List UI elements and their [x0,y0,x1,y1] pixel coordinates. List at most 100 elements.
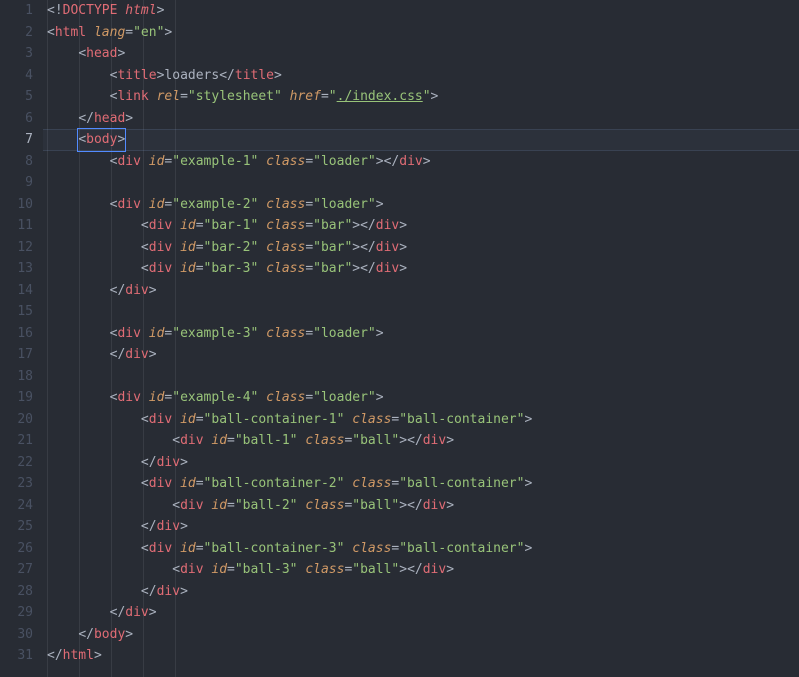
token-def: < [172,498,180,513]
token-def: </ [78,111,94,126]
token-str: "stylesheet" [188,89,282,104]
line-number: 25 [0,516,33,538]
token-str: " [423,89,431,104]
code-line[interactable]: <title>loaders</title> [43,65,799,87]
code-line[interactable]: <div id="bar-3" class="bar"></div> [43,258,799,280]
code-line[interactable]: <html lang="en"> [43,22,799,44]
token-tag: div [376,218,399,233]
token-def: = [305,326,313,341]
token-def: > [94,648,102,663]
token-attr: id [211,498,227,513]
token-attr: id [180,240,196,255]
token-attr: class [352,412,391,427]
code-line[interactable]: <div id="ball-1" class="ball"></div> [43,430,799,452]
code-line[interactable]: </div> [43,581,799,603]
token-def: > [149,283,157,298]
token-str: "ball-container-2" [204,476,345,491]
token-def: = [125,25,133,40]
code-line[interactable]: <div id="ball-container-1" class="ball-c… [43,409,799,431]
token-def [258,154,266,169]
token-attr: class [305,498,344,513]
token-str: " [329,89,337,104]
token-def: </ [110,283,126,298]
code-line[interactable]: </div> [43,602,799,624]
line-number: 5 [0,86,33,108]
code-line[interactable]: <body> [43,129,799,151]
token-def: > [180,584,188,599]
token-def: ></ [352,240,375,255]
code-line[interactable]: <div id="ball-container-2" class="ball-c… [43,473,799,495]
token-tag: head [86,46,117,61]
token-tag: div [149,541,172,556]
code-line[interactable] [43,366,799,388]
token-attr: class [266,326,305,341]
code-line[interactable]: <div id="bar-2" class="bar"></div> [43,237,799,259]
token-def: > [423,154,431,169]
code-line[interactable]: <head> [43,43,799,65]
token-str: "bar" [313,240,352,255]
code-line[interactable]: </div> [43,452,799,474]
code-line[interactable] [43,172,799,194]
code-line[interactable]: </html> [43,645,799,667]
token-tag: div [157,455,180,470]
token-attr: id [211,562,227,577]
line-number: 15 [0,301,33,323]
code-line[interactable]: <div id="example-3" class="loader"> [43,323,799,345]
token-def [258,218,266,233]
token-tag: body [86,132,117,147]
line-number: 16 [0,323,33,345]
token-def: </ [219,68,235,83]
code-line[interactable]: </head> [43,108,799,130]
code-line[interactable]: <div id="bar-1" class="bar"></div> [43,215,799,237]
line-number: 13 [0,258,33,280]
token-str: "example-3" [172,326,258,341]
token-def [258,390,266,405]
token-tag: div [149,240,172,255]
code-line[interactable]: <div id="ball-container-3" class="ball-c… [43,538,799,560]
code-line[interactable]: </div> [43,280,799,302]
token-def: > [399,261,407,276]
code-line[interactable]: <div id="example-1" class="loader"></div… [43,151,799,173]
code-line[interactable]: <div id="ball-3" class="ball"></div> [43,559,799,581]
token-def: < [141,218,149,233]
code-line[interactable]: <div id="example-4" class="loader"> [43,387,799,409]
token-attr: id [180,541,196,556]
code-line[interactable]: <div id="ball-2" class="ball"></div> [43,495,799,517]
token-def: </ [141,519,157,534]
line-number: 29 [0,602,33,624]
line-number: 20 [0,409,33,431]
code-line[interactable]: <!DOCTYPE html> [43,0,799,22]
token-str: "loader" [313,197,376,212]
token-def: > [274,68,282,83]
code-line[interactable] [43,301,799,323]
code-line[interactable]: <link rel="stylesheet" href="./index.css… [43,86,799,108]
token-def: = [196,218,204,233]
token-def: > [524,476,532,491]
token-def: > [149,347,157,362]
code-line[interactable]: </body> [43,624,799,646]
code-line[interactable]: <div id="example-2" class="loader"> [43,194,799,216]
token-attr: class [305,433,344,448]
code-line[interactable]: </div> [43,344,799,366]
token-def: = [305,197,313,212]
token-def: > [446,433,454,448]
token-def: < [141,541,149,556]
token-def: = [180,89,188,104]
token-def: > [125,111,133,126]
token-tag: div [180,562,203,577]
token-def: < [172,433,180,448]
token-doc: html [125,3,156,18]
token-attr: class [266,154,305,169]
token-attr: rel [157,89,180,104]
code-line[interactable]: </div> [43,516,799,538]
line-number: 11 [0,215,33,237]
line-number: 18 [0,366,33,388]
token-def: </ [141,455,157,470]
token-def [282,89,290,104]
code-editor[interactable]: 1234567891011121314151617181920212223242… [0,0,799,677]
line-number: 9 [0,172,33,194]
token-tag: html [55,25,86,40]
token-def: > [524,412,532,427]
code-area[interactable]: <!DOCTYPE html><html lang="en"> <head> <… [43,0,799,677]
token-str: "ball-1" [235,433,298,448]
